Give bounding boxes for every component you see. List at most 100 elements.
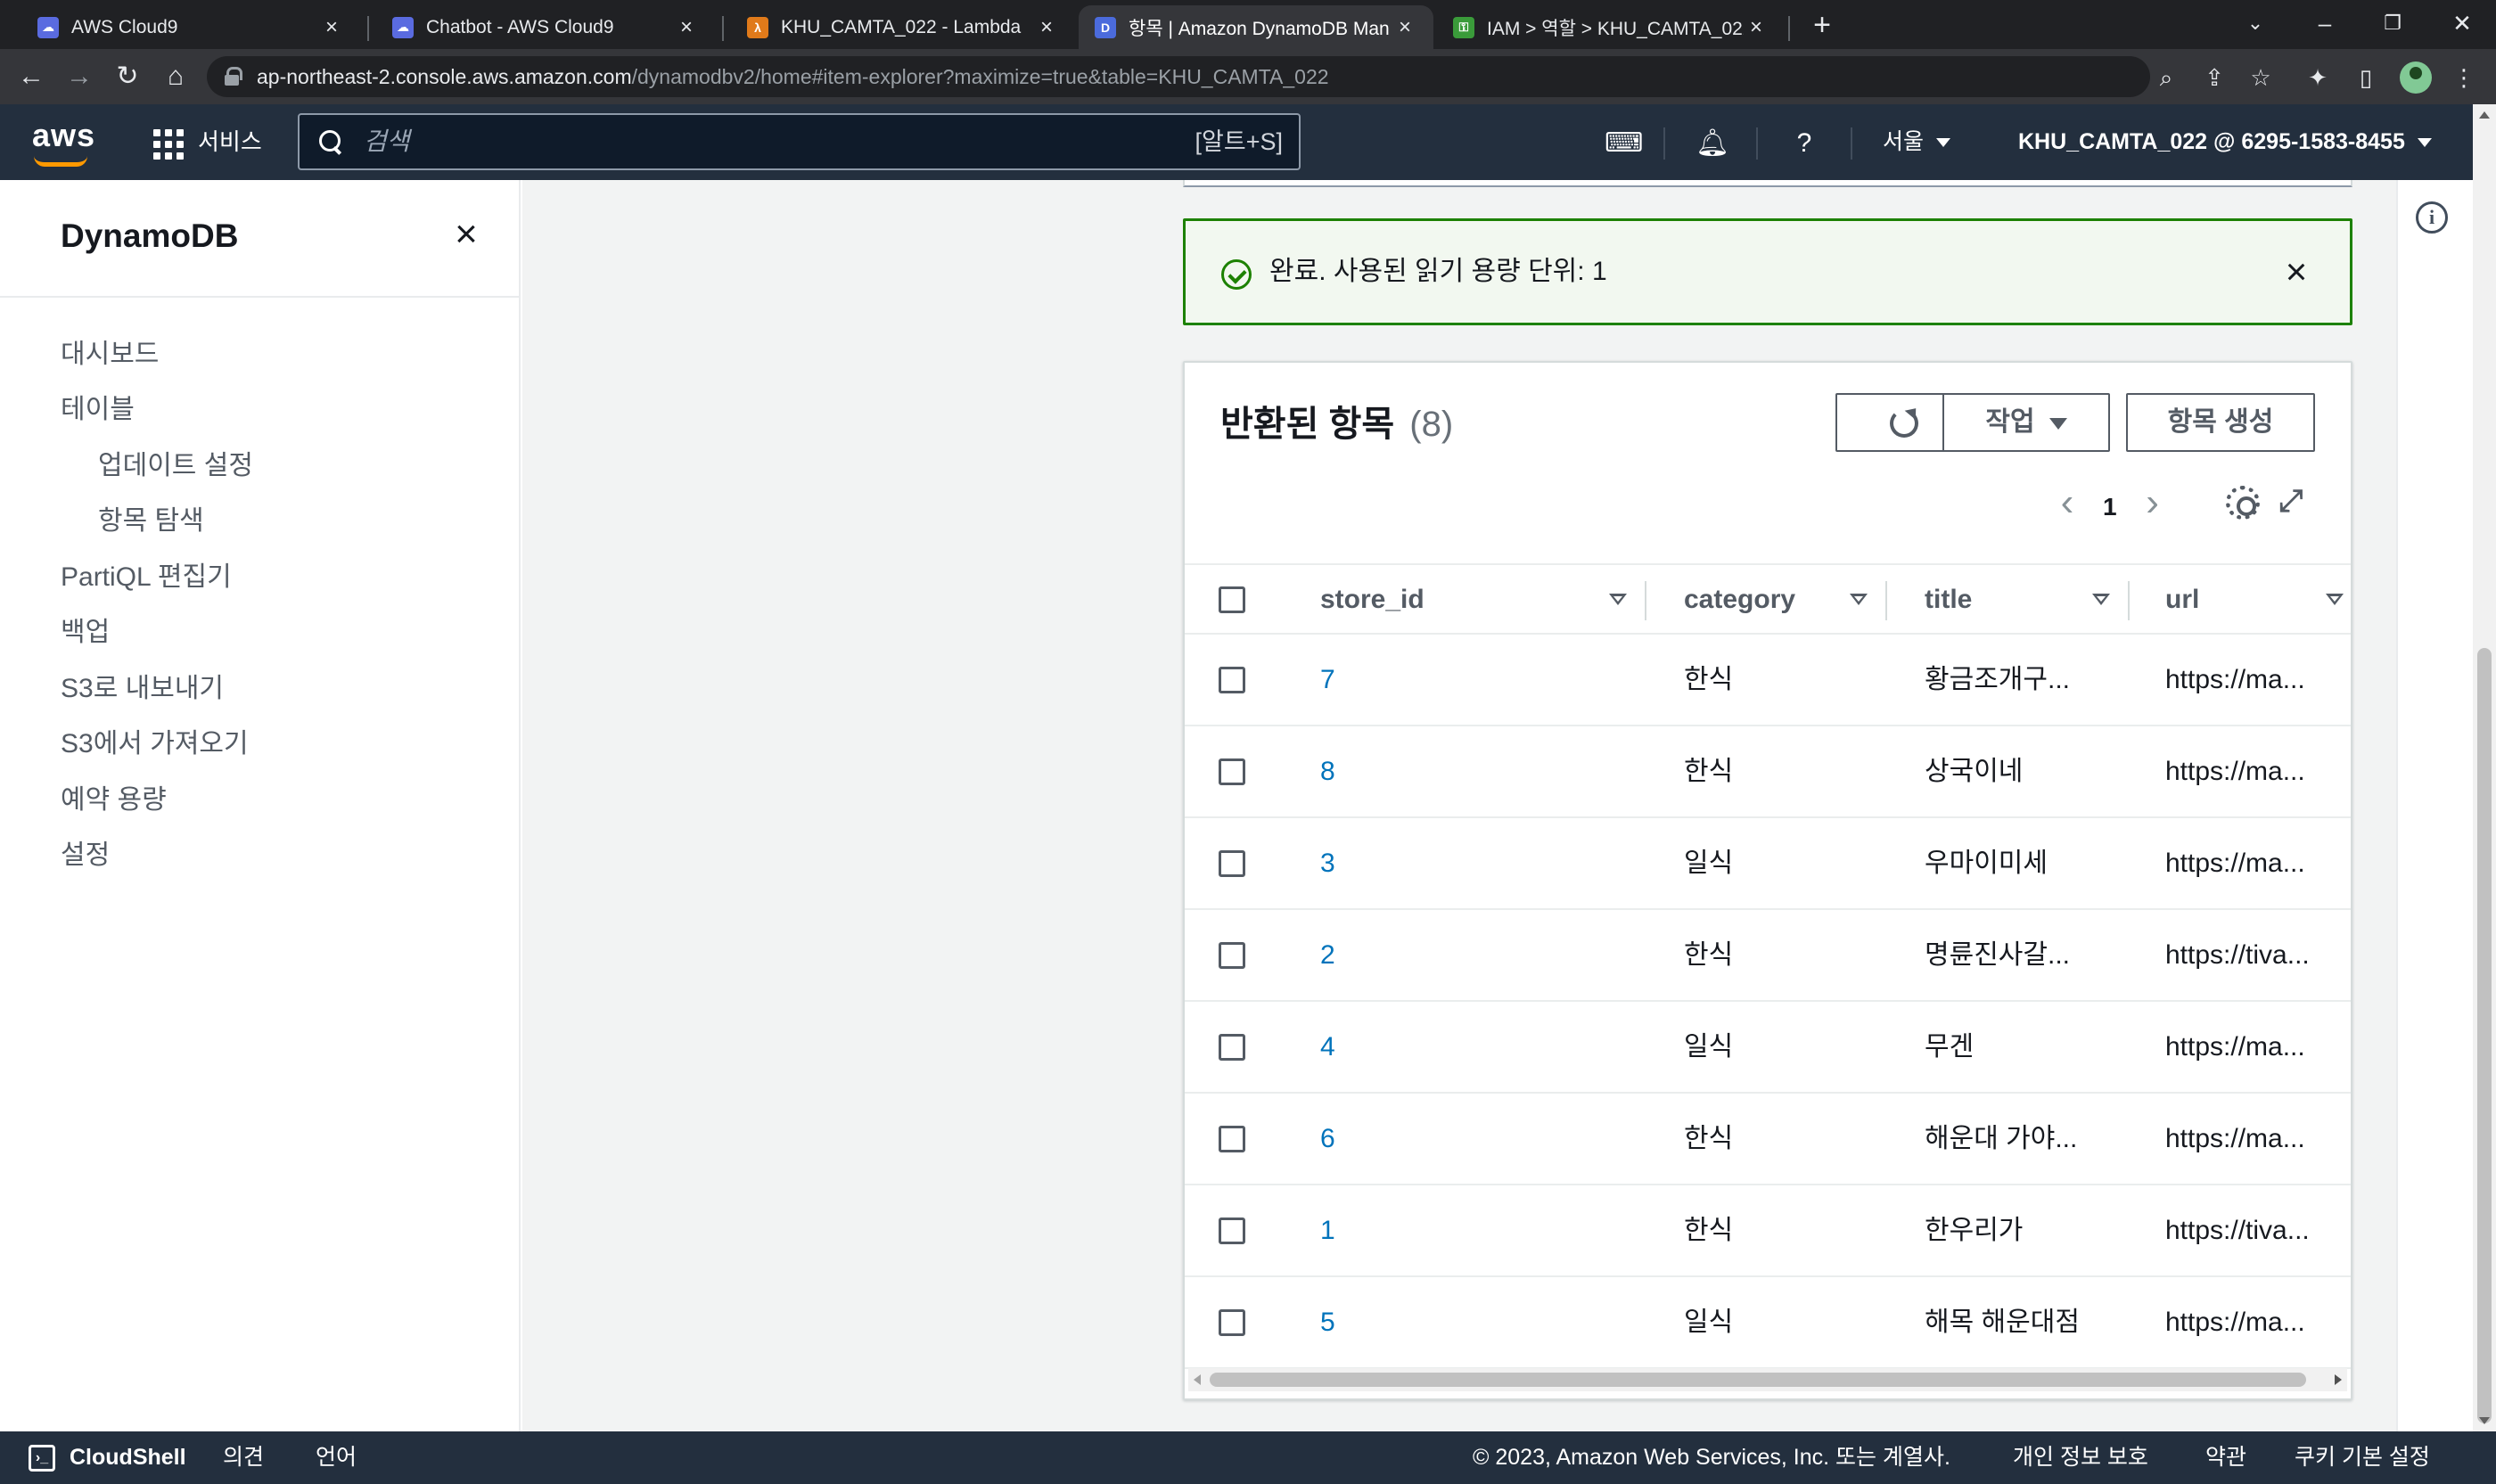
- close-tab-icon[interactable]: ×: [319, 15, 344, 40]
- sidenav-item-partiql-editor[interactable]: PartiQL 편집기: [61, 554, 232, 594]
- profile-avatar[interactable]: [2400, 61, 2432, 94]
- close-window-icon[interactable]: ✕: [2444, 5, 2480, 41]
- store-id-link[interactable]: 1: [1320, 1185, 1335, 1275]
- scroll-up-arrow-icon[interactable]: [2479, 111, 2490, 119]
- sidenav-item-update-settings[interactable]: 업데이트 설정: [98, 443, 253, 482]
- aws-search-box[interactable]: [알트+S]: [298, 113, 1301, 170]
- row-checkbox[interactable]: [1219, 758, 1245, 785]
- dismiss-flash-icon[interactable]: ×: [2278, 253, 2314, 291]
- region-selector[interactable]: 서울: [1883, 104, 1951, 180]
- scroll-right-arrow-icon[interactable]: [2335, 1374, 2342, 1385]
- terms-link[interactable]: 약관: [2205, 1431, 2246, 1484]
- cookie-preferences-link[interactable]: 쿠키 기본 설정: [2295, 1431, 2430, 1484]
- restore-window-icon[interactable]: ❐: [2375, 5, 2410, 41]
- store-id-link[interactable]: 8: [1320, 726, 1335, 816]
- store-id-link[interactable]: 4: [1320, 1002, 1335, 1092]
- vertical-scroll-thumb[interactable]: [2477, 648, 2492, 1423]
- extensions-puzzle-icon[interactable]: ✦: [2302, 65, 2334, 90]
- store-id-link[interactable]: 6: [1320, 1094, 1335, 1184]
- forward-arrow-icon[interactable]: →: [61, 58, 98, 95]
- browser-tab-lambda[interactable]: λ KHU_CAMTA_022 - Lambda ×: [731, 5, 1075, 49]
- cloudshell-link[interactable]: CloudShell: [70, 1431, 186, 1484]
- sidenav-item-settings[interactable]: 설정: [61, 832, 110, 872]
- page-number[interactable]: 1: [2092, 485, 2128, 529]
- row-checkbox[interactable]: [1219, 1218, 1245, 1244]
- store-id-link[interactable]: 7: [1320, 635, 1335, 725]
- sidenav-item-reserved-capacity[interactable]: 예약 용량: [61, 777, 167, 816]
- table-row[interactable]: 4 일식 무겐 https://ma...: [1185, 1002, 2351, 1094]
- scroll-down-arrow-icon[interactable]: [2479, 1417, 2490, 1424]
- table-horizontal-scrollbar[interactable]: [1188, 1368, 2347, 1391]
- table-row[interactable]: 3 일식 우마이미세 https://ma...: [1185, 818, 2351, 910]
- side-panel-icon[interactable]: ▯: [2350, 65, 2382, 90]
- next-page-icon[interactable]: ›: [2135, 480, 2171, 525]
- column-resizer[interactable]: [1885, 581, 1887, 620]
- preferences-gear-icon[interactable]: [2226, 486, 2260, 520]
- sidenav-title[interactable]: DynamoDB: [61, 217, 238, 255]
- feedback-link[interactable]: 의견: [223, 1431, 264, 1484]
- sort-caret-icon[interactable]: [2092, 594, 2110, 605]
- row-checkbox[interactable]: [1219, 1126, 1245, 1152]
- table-row[interactable]: 6 한식 해운대 가야... https://ma...: [1185, 1094, 2351, 1185]
- column-resizer[interactable]: [2128, 581, 2130, 620]
- scroll-left-arrow-icon[interactable]: [1194, 1374, 1201, 1385]
- sidenav-item-explore-items[interactable]: 항목 탐색: [98, 498, 204, 537]
- browser-tab-iam[interactable]: ⚿ IAM > 역할 > KHU_CAMTA_022 ×: [1437, 5, 1785, 49]
- close-sidenav-icon[interactable]: ×: [446, 214, 487, 255]
- previous-page-icon[interactable]: ‹: [2049, 480, 2085, 525]
- column-header-title[interactable]: title: [1925, 565, 1972, 635]
- fullscreen-expand-icon[interactable]: ⤢: [2276, 486, 2306, 516]
- row-checkbox[interactable]: [1219, 850, 1245, 877]
- column-header-url[interactable]: url: [2165, 565, 2199, 635]
- notifications-bell-icon[interactable]: 🔔︎: [1695, 127, 1729, 160]
- cloudshell-footer-icon[interactable]: ›_: [29, 1445, 55, 1472]
- sort-caret-icon[interactable]: [1850, 594, 1868, 605]
- minimize-window-icon[interactable]: –: [2307, 5, 2343, 41]
- sort-caret-icon[interactable]: [2326, 594, 2344, 605]
- store-id-link[interactable]: 5: [1320, 1277, 1335, 1367]
- horizontal-scroll-thumb[interactable]: [1210, 1373, 2306, 1387]
- language-link[interactable]: 언어: [316, 1431, 357, 1484]
- zoom-icon[interactable]: ⌕: [2150, 65, 2182, 90]
- info-icon[interactable]: i: [2416, 201, 2448, 234]
- home-icon[interactable]: ⌂: [157, 58, 194, 95]
- table-row[interactable]: 7 한식 황금조개구... https://ma...: [1185, 635, 2351, 726]
- browser-menu-icon[interactable]: ⋮: [2448, 65, 2480, 90]
- sidenav-item-tables[interactable]: 테이블: [61, 387, 135, 426]
- select-all-checkbox[interactable]: [1219, 586, 1245, 613]
- column-resizer[interactable]: [1645, 581, 1646, 620]
- help-question-icon[interactable]: ?: [1788, 127, 1820, 160]
- url-field[interactable]: ap-northeast-2.console.aws.amazon.com/dy…: [207, 56, 2150, 97]
- close-tab-icon[interactable]: ×: [1744, 15, 1769, 40]
- column-header-category[interactable]: category: [1684, 565, 1795, 635]
- back-arrow-icon[interactable]: ←: [12, 58, 50, 95]
- column-header-store-id[interactable]: store_id: [1320, 565, 1425, 635]
- cloudshell-icon[interactable]: ⌨: [1605, 127, 1643, 160]
- store-id-link[interactable]: 2: [1320, 910, 1335, 1000]
- close-tab-icon[interactable]: ×: [674, 15, 699, 40]
- create-item-button[interactable]: 항목 생성: [2126, 393, 2315, 452]
- sidenav-item-export-s3[interactable]: S3로 내보내기: [61, 666, 224, 705]
- browser-tab-chatbot[interactable]: ☁ Chatbot - AWS Cloud9 ×: [376, 5, 715, 49]
- aws-logo[interactable]: aws: [32, 117, 95, 167]
- row-checkbox[interactable]: [1219, 942, 1245, 969]
- sidenav-item-import-s3[interactable]: S3에서 가져오기: [61, 721, 249, 760]
- table-row[interactable]: 5 일식 해목 해운대점 https://ma...: [1185, 1277, 2351, 1369]
- table-row[interactable]: 1 한식 한우리가 https://tiva...: [1185, 1185, 2351, 1277]
- account-menu[interactable]: KHU_CAMTA_022 @ 6295-1583-8455: [2018, 104, 2432, 180]
- sort-caret-icon[interactable]: [1609, 594, 1627, 605]
- share-icon[interactable]: ⇪: [2198, 65, 2230, 90]
- browser-tab-dynamodb[interactable]: D 항목 | Amazon DynamoDB Man ×: [1079, 5, 1433, 49]
- browser-tab-cloud9[interactable]: ☁ AWS Cloud9 ×: [21, 5, 360, 49]
- new-tab-plus-icon[interactable]: +: [1804, 7, 1840, 43]
- tab-search-chevron-icon[interactable]: ⌄: [2237, 5, 2273, 41]
- row-checkbox[interactable]: [1219, 667, 1245, 693]
- close-tab-icon[interactable]: ×: [1392, 15, 1417, 40]
- table-row[interactable]: 8 한식 상국이네 https://ma...: [1185, 726, 2351, 818]
- privacy-link[interactable]: 개인 정보 보호: [2013, 1431, 2148, 1484]
- bookmark-star-icon[interactable]: ☆: [2245, 65, 2277, 90]
- sidenav-item-dashboard[interactable]: 대시보드: [61, 332, 159, 371]
- actions-button[interactable]: 작업: [1942, 393, 2110, 452]
- aws-search-input[interactable]: [364, 122, 1077, 161]
- services-grid-icon[interactable]: [153, 129, 184, 160]
